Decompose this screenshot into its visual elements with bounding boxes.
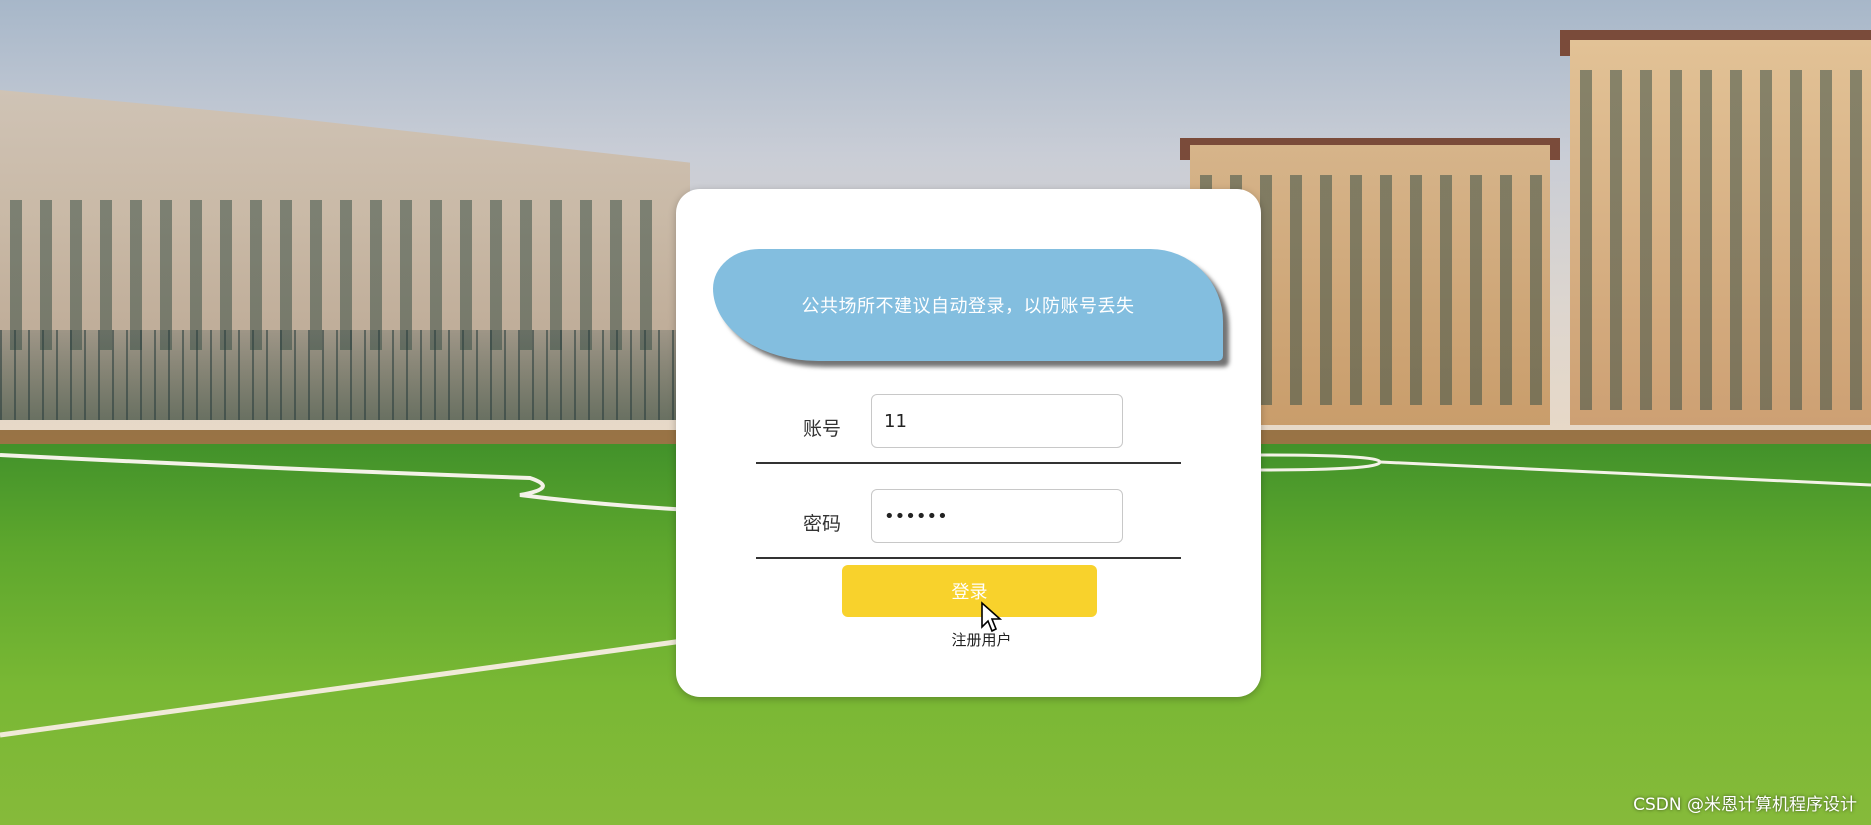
- password-label: 密码: [802, 513, 841, 535]
- warning-banner-text: 公共场所不建议自动登录，以防账号丢失: [801, 296, 1135, 317]
- password-input[interactable]: [871, 489, 1123, 543]
- mouse-pointer-icon: [981, 601, 1003, 633]
- login-button[interactable]: 登录: [842, 565, 1097, 617]
- login-card: 公共场所不建议自动登录，以防账号丢失 账号 密码 登录 注册用户: [676, 189, 1261, 697]
- password-row: 密码: [756, 489, 1181, 559]
- username-row: 账号: [756, 394, 1181, 464]
- username-label: 账号: [802, 418, 841, 440]
- watermark-text: CSDN @米恩计算机程序设计: [1633, 795, 1857, 815]
- register-link[interactable]: 注册用户: [676, 629, 1261, 650]
- username-input[interactable]: [871, 394, 1123, 448]
- warning-banner: 公共场所不建议自动登录，以防账号丢失: [713, 249, 1223, 361]
